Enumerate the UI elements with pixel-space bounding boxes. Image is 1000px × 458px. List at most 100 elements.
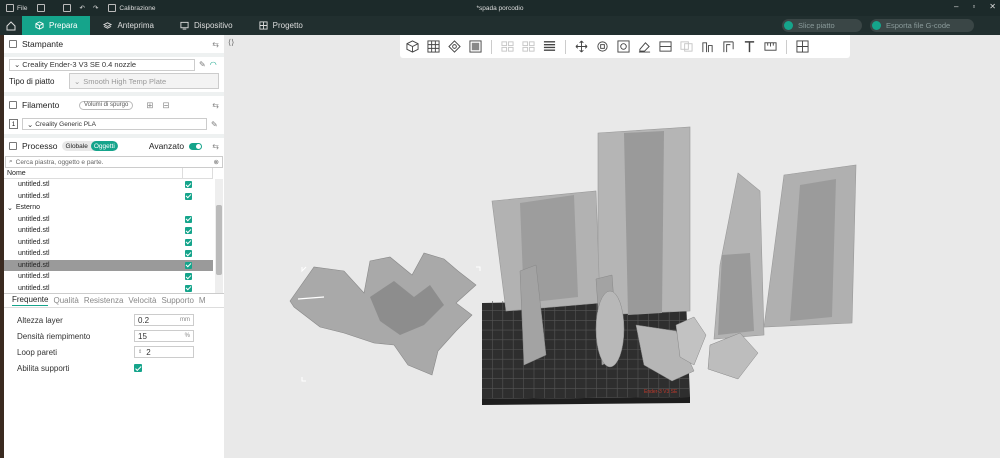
tree-item[interactable]: untitled.stl [4,283,213,295]
settings-tabs: Frequente Qualità Resistenza Velocità Su… [4,294,224,308]
object-search-input[interactable]: ⌕ Cerca piastra, oggetto e parte. ⊗ [5,156,223,168]
object-list-scrollbar[interactable] [215,179,223,293]
purge-volumes-button[interactable]: Volumi di spurgo [79,100,134,110]
home-button[interactable] [0,16,22,35]
visibility-checkbox[interactable] [185,273,192,281]
tab-prepara[interactable]: Prepara [22,16,91,35]
model-crown[interactable] [289,252,481,382]
tab-anteprima[interactable]: Anteprima [90,16,166,35]
infill-label: Densità riempimento [17,331,91,341]
visibility-checkbox[interactable] [185,227,192,235]
tree-item-label: untitled.stl [18,284,50,292]
tree-group[interactable]: ⌄ Esterno [4,202,213,214]
stepper-arrows-icon[interactable]: ⇕ [138,349,142,355]
cube-icon [35,21,44,30]
printer-select[interactable]: ⌄ Creality Ender-3 V3 SE 0.4 nozzle [9,58,195,71]
tab-prepara-label: Prepara [49,21,78,30]
tree-item[interactable]: untitled.stl [4,191,213,203]
calibration-label: Calibrazione [119,4,156,12]
calibration-menu[interactable]: Calibrazione [108,4,156,12]
settings-panel: Stampante ⇆ ⌄ Creality Ender-3 V3 SE 0.4… [4,35,224,458]
filament-select[interactable]: ⌄ Creality Generic PLA [22,118,207,130]
tree-item[interactable]: untitled.stl [4,271,213,283]
tab-velocita[interactable]: Velocità [128,296,156,305]
visibility-checkbox[interactable] [185,215,192,223]
infill-unit: % [184,333,190,339]
undo-icon: ↶ [79,5,85,12]
object-list: Nome untitled.stl untitled.stl ⌄ Esterno unt… [4,168,224,294]
walls-value: 2 [146,347,151,357]
window-controls: – ▫ ✕ [954,2,996,11]
tree-item-label: untitled.stl [18,238,50,246]
tree-item[interactable]: untitled.stl [4,225,213,237]
tree-item[interactable]: untitled.stl [4,214,213,226]
model-mid-block[interactable] [491,190,601,312]
export-gcode-button[interactable]: Esporta file G-code [870,19,974,32]
filament-settings-icon[interactable]: ⇆ [212,101,219,110]
process-settings-icon[interactable]: ⇆ [212,142,219,151]
3d-viewport[interactable]: ⟨⟩ Ender-3 V3 SE [224,35,1000,458]
walls-stepper[interactable]: ⇕ 2 [134,346,194,358]
model-spike[interactable] [713,172,765,340]
tab-qualita[interactable]: Qualità [53,296,78,305]
visibility-checkbox[interactable] [185,284,192,292]
undo-button[interactable]: ↶ [79,4,84,12]
advanced-toggle[interactable] [189,142,203,150]
walls-row: Loop pareti ⇕ 2 [4,344,224,360]
close-icon[interactable]: ✕ [989,2,996,11]
slice-dropdown-icon [784,21,793,30]
visibility-checkbox[interactable] [185,181,192,189]
slice-plate-button[interactable]: Slice piatto [782,19,862,32]
tab-resistenza[interactable]: Resistenza [84,296,124,305]
tab-dispositivo[interactable]: Dispositivo [167,16,246,35]
model-right-slab[interactable] [763,164,857,328]
wifi-icon[interactable]: ◠ [210,60,217,69]
tab-frequente[interactable]: Frequente [12,295,49,306]
tab-progetto-label: Progetto [272,21,303,30]
plate-type-select[interactable]: ⌄ Smooth High Temp Plate [69,73,219,89]
visibility-checkbox[interactable] [185,250,192,258]
segment-objects[interactable]: Oggetti [90,141,118,151]
segment-global[interactable]: Globale [62,141,90,151]
edit-filament-icon[interactable]: ✎ [211,120,218,129]
tree-item[interactable]: untitled.stl [4,248,213,260]
file-menu-label: File [17,4,28,12]
redo-button[interactable]: ↷ [93,4,98,12]
remove-filament-icon[interactable]: ⊟ [162,100,169,111]
open-recent-button[interactable] [37,4,46,12]
tree-item[interactable]: untitled.stl [4,179,213,191]
process-scope-toggle[interactable]: Globale Oggetti [62,141,118,151]
file-menu[interactable]: File [6,4,27,12]
tree-item[interactable]: untitled.stl [4,259,213,271]
tab-more[interactable]: M [199,296,206,305]
home-icon [6,20,16,30]
tree-item[interactable]: untitled.stl [4,237,213,249]
save-button[interactable] [63,4,72,12]
printer-settings-icon[interactable]: ⇆ [212,40,219,49]
layer-height-input[interactable]: 0.2 mm [134,314,194,326]
tab-supporto[interactable]: Supporto [161,296,193,305]
scrollbar-thumb[interactable] [216,205,222,275]
chevron-down-icon[interactable]: ⌄ [7,204,13,212]
export-gcode-label: Esporta file G-code [886,21,951,30]
document-icon [37,4,46,12]
plate-type-label: Tipo di piatto [9,76,55,86]
tree-item-label: untitled.stl [18,261,50,269]
layer-height-label: Altezza layer [17,315,63,325]
maximize-icon[interactable]: ▫ [972,2,975,11]
infill-input[interactable]: 15 % [134,330,194,342]
edit-printer-icon[interactable]: ✎ [199,60,206,69]
printer-section-header: Stampante ⇆ [4,35,224,53]
clear-search-icon[interactable]: ⊗ [214,158,219,166]
layer-height-value: 0.2 [138,315,150,325]
visibility-checkbox[interactable] [185,238,192,246]
minimize-icon[interactable]: – [954,2,958,11]
tree-item-label: untitled.stl [18,227,50,235]
visibility-checkbox[interactable] [185,192,192,200]
tab-progetto[interactable]: Progetto [246,16,316,35]
layers-icon [103,22,113,29]
supports-checkbox[interactable] [134,364,142,372]
visibility-checkbox[interactable] [185,261,192,269]
add-filament-icon[interactable]: ⊞ [146,100,153,111]
tree-item-label: Esterno [15,204,40,212]
